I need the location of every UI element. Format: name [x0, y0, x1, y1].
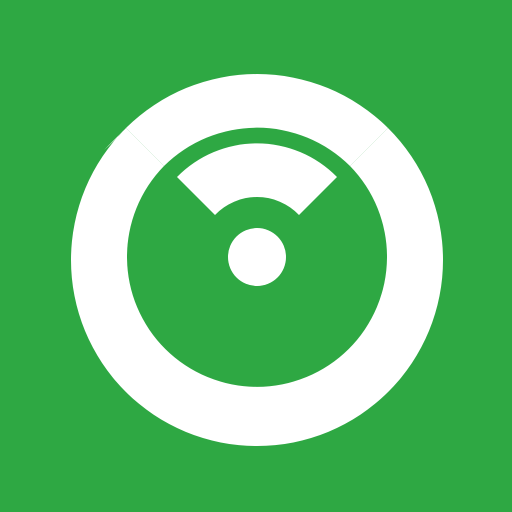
wifi-ring-icon [0, 0, 512, 512]
app-icon-tile [0, 0, 512, 512]
center-dot [228, 228, 286, 286]
